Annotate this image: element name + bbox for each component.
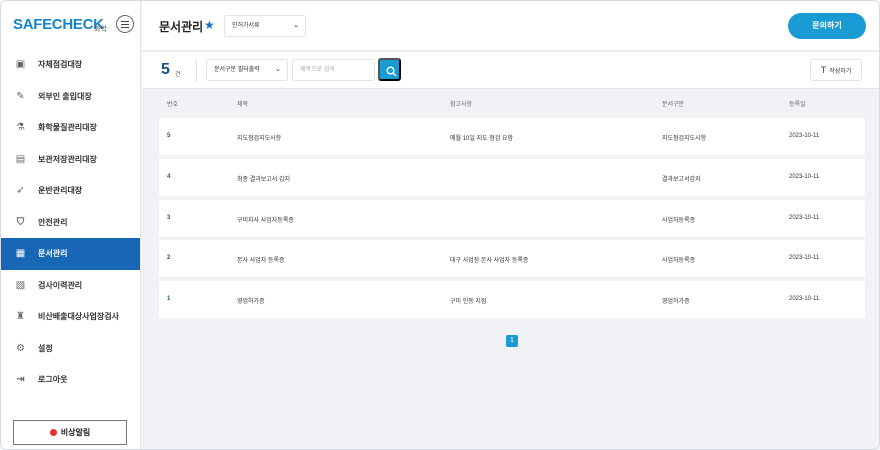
divider (196, 59, 197, 82)
row-note: 대구 사업장 본사 사업자 등록증 (450, 258, 529, 264)
row-type: 지도점검지도사항 (662, 136, 707, 142)
text-tool-icon: T (820, 65, 827, 75)
edit-document-icon: ✎ (16, 90, 25, 102)
document-category-value: 인허가서류 (232, 23, 260, 29)
favorite-star-icon[interactable]: ★ (204, 18, 215, 32)
sidebar-item[interactable]: ⚗ 화학물질관리대장 (1, 112, 140, 144)
row-date: 2023-10-11 (789, 174, 820, 180)
document-type-filter-value: 문서구분 필터출력 (214, 67, 260, 73)
clipboard-check-icon: ▣ (15, 59, 26, 71)
sidebar-item[interactable]: ▦ 문서관리 (1, 238, 140, 270)
emergency-alert-label: 비상알림 (60, 428, 91, 437)
row-date: 2023-10-11 (789, 255, 820, 261)
sidebar-item-label: 검사이력관리 (38, 280, 83, 290)
search-button[interactable] (378, 58, 401, 81)
logo-row: SAFECHECK 화학 (13, 15, 135, 37)
search-icon (386, 66, 397, 77)
sidebar-item[interactable]: ➶ 운반관리대장 (1, 175, 140, 207)
row-date: 2023-10-11 (789, 296, 820, 302)
sidebar-item-label: 보관저장관리대장 (38, 154, 97, 164)
alert-dot-icon (49, 429, 57, 436)
sidebar-item[interactable]: ♜ 비산배출대상사업장검사 (1, 301, 140, 333)
row-note: 구미 인동 지점 (450, 299, 487, 305)
sidebar-item-label: 운반관리대장 (38, 186, 83, 196)
brand-subtitle: 화학 (94, 26, 107, 33)
table-row[interactable]: 5 지도점검지도사항 매월 10일 지도 점검 요함 지도점검지도사항 2023-10-… (159, 118, 865, 155)
gear-icon: ⚙ (16, 342, 25, 354)
sidebar-item-label: 안전관리 (38, 217, 68, 227)
sidebar-item-label: 화학물질관리대장 (38, 123, 97, 133)
page-title: 문서관리 (159, 20, 204, 34)
chevron-down-icon: ⌄ (293, 22, 299, 29)
write-button[interactable]: T 작성하기 (810, 59, 862, 81)
emergency-alert-button[interactable]: 비상알림 (13, 420, 127, 445)
row-date: 2023-10-11 (789, 215, 820, 221)
column-header-type: 문서구분 (662, 102, 685, 108)
sidebar-item-label: 자체점검대장 (38, 60, 83, 70)
column-header-no: 번호 (167, 102, 179, 108)
document-type-filter[interactable]: 문서구분 필터출력 ⌄ (206, 59, 288, 81)
column-header-note: 참고사항 (450, 102, 473, 108)
top-bar: 문서관리 ★ 인허가서류 ⌄ 문의하기 (142, 1, 879, 51)
table-header: 번호 제목 참고사항 문서구분 등록일 (159, 96, 865, 112)
row-type: 영업허가증 (662, 299, 690, 305)
factory-icon: ♜ (16, 311, 25, 323)
sidebar-item[interactable]: ✎ 외부인 출입대장 (1, 81, 140, 113)
write-button-label: 작성하기 (829, 68, 852, 75)
app-window: SAFECHECK 화학 ▣ 자체점검대장 ✎ 외부인 출입대장 ⚗ 화학물질관리대장 ▤ 보… (0, 0, 880, 450)
table-row[interactable]: 3 구미지사 사업자등록증 사업자등록증 2023-10-11 (159, 200, 865, 237)
brand-logo[interactable]: SAFECHECK (13, 16, 104, 33)
hamburger-menu-icon[interactable] (116, 15, 134, 33)
column-header-title: 제목 (237, 102, 249, 108)
sidebar-item-label: 비산배출대상사업장검사 (38, 312, 119, 322)
sidebar-item[interactable]: ⇥ 로그아웃 (1, 364, 140, 396)
sidebar-item[interactable]: ▧ 검사이력관리 (1, 270, 140, 302)
sidebar-item-label: 설정 (38, 343, 53, 353)
result-count: 5 (161, 61, 170, 78)
row-number: 3 (167, 215, 171, 221)
column-header-date: 등록일 (789, 102, 806, 108)
transport-icon: ➶ (16, 185, 25, 197)
row-number: 1 (167, 296, 171, 302)
row-title: 본사 사업자 등록증 (237, 258, 285, 264)
row-type: 사업자등록증 (662, 258, 696, 264)
inquiry-button[interactable]: 문의하기 (788, 13, 866, 39)
row-number: 2 (167, 255, 171, 261)
flask-icon: ⚗ (16, 122, 25, 134)
sidebar-item-label: 로그아웃 (38, 375, 68, 385)
document-icon: ▦ (15, 248, 26, 260)
row-title: 구미지사 사업자등록증 (237, 218, 294, 224)
row-type: 사업자등록증 (662, 218, 696, 224)
table-row[interactable]: 4 최종 결과보고서 감지 결과보고서감지 2023-10-11 (159, 159, 865, 196)
sidebar-item[interactable]: ⚙ 설정 (1, 333, 140, 365)
table-row[interactable]: 1 영업허가증 구미 인동 지점 영업허가증 2023-10-11 (159, 281, 865, 318)
row-title: 지도점검지도사항 (237, 136, 282, 142)
row-date: 2023-10-11 (789, 133, 820, 139)
row-number: 5 (167, 133, 171, 139)
shield-icon: ⛉ (16, 216, 25, 228)
row-number: 4 (167, 174, 171, 180)
sidebar: SAFECHECK 화학 ▣ 자체점검대장 ✎ 외부인 출입대장 ⚗ 화학물질관리대장 ▤ 보… (1, 1, 141, 449)
document-category-select[interactable]: 인허가서류 ⌄ (224, 15, 306, 37)
pagination-page-1[interactable]: 1 (506, 335, 518, 347)
row-note: 매월 10일 지도 점검 요함 (450, 136, 514, 142)
table-row[interactable]: 2 본사 사업자 등록증 대구 사업장 본사 사업자 등록증 사업자등록증 2023-1… (159, 240, 865, 277)
title-search-input[interactable] (292, 59, 375, 81)
row-type: 결과보고서감지 (662, 177, 701, 183)
filter-bar: 5 건 문서구분 필터출력 ⌄ T 작성하기 (142, 52, 879, 89)
inspection-history-icon: ▧ (15, 279, 26, 291)
result-count-unit: 건 (175, 72, 181, 78)
sidebar-item[interactable]: ⛉ 안전관리 (1, 207, 140, 239)
row-title: 최종 결과보고서 감지 (237, 177, 291, 183)
row-title: 영업허가증 (237, 299, 265, 305)
sidebar-item-label: 문서관리 (38, 249, 68, 259)
logout-icon: ⇥ (16, 374, 25, 386)
archive-box-icon: ▤ (15, 153, 26, 165)
sidebar-menu: ▣ 자체점검대장 ✎ 외부인 출입대장 ⚗ 화학물질관리대장 ▤ 보관저장관리대장 ➶ 운반관리대… (1, 49, 140, 396)
chevron-down-icon: ⌄ (275, 66, 281, 73)
sidebar-item[interactable]: ▤ 보관저장관리대장 (1, 144, 140, 176)
sidebar-item[interactable]: ▣ 자체점검대장 (1, 49, 140, 81)
sidebar-item-label: 외부인 출입대장 (38, 91, 92, 101)
